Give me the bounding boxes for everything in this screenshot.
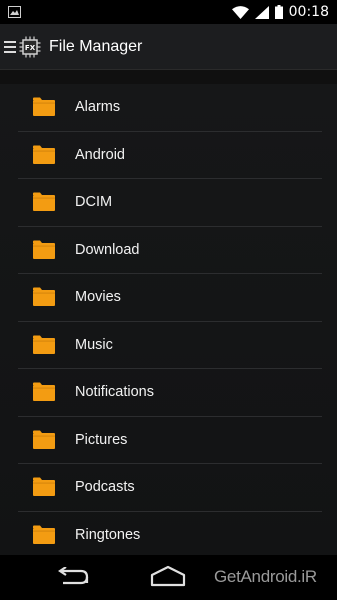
folder-icon: [33, 430, 55, 449]
folder-label: Alarms: [75, 99, 121, 116]
list-item[interactable]: Movies: [18, 274, 322, 322]
wifi-icon: [231, 5, 249, 19]
folder-icon: [33, 525, 55, 545]
folder-label: Notifications: [75, 384, 154, 401]
status-left: [8, 6, 21, 18]
page-title: File Manager: [49, 37, 143, 55]
folder-label: Movies: [75, 289, 121, 306]
folder-label: Pictures: [75, 431, 128, 448]
folder-list: Alarms Android DCIM Download Movies Music Noti…: [0, 84, 337, 559]
folder-label: Music: [75, 336, 113, 353]
folder-icon: [33, 335, 55, 354]
folder-icon: [33, 287, 55, 307]
back-icon[interactable]: [57, 567, 91, 585]
battery-full-icon: [274, 5, 283, 19]
folder-label: Podcasts: [75, 479, 135, 496]
folder-icon: [33, 240, 55, 259]
folder-icon: [33, 145, 55, 164]
action-bar: FX File Manager: [0, 24, 337, 70]
hamburger-icon[interactable]: [4, 40, 16, 53]
app-icon[interactable]: FX: [19, 36, 41, 58]
signal-icon: [254, 5, 269, 19]
app-icon-text: FX: [25, 44, 36, 52]
list-item[interactable]: Android: [18, 132, 322, 179]
list-item[interactable]: Ringtones: [18, 512, 322, 560]
folder-label: DCIM: [75, 194, 113, 211]
status-bar: 00:18: [0, 0, 337, 24]
status-right: 00:18: [231, 4, 329, 20]
folder-label: Android: [75, 146, 125, 163]
folder-icon: [33, 97, 55, 117]
list-item[interactable]: Download: [18, 227, 322, 274]
folder-label: Ringtones: [75, 527, 141, 544]
list-item[interactable]: Alarms: [18, 84, 322, 132]
folder-label: Download: [75, 241, 140, 258]
list-item[interactable]: Pictures: [18, 417, 322, 464]
chip-icon: FX: [19, 36, 41, 57]
folder-icon: [33, 192, 55, 212]
image-notification-icon: [8, 6, 21, 18]
list-item[interactable]: Music: [18, 322, 322, 369]
home-icon[interactable]: [150, 565, 186, 587]
list-item[interactable]: Podcasts: [18, 464, 322, 512]
list-item[interactable]: Notifications: [18, 369, 322, 417]
status-time: 00:18: [288, 4, 329, 20]
navigation-bar: GetAndroid.iR: [0, 555, 337, 600]
folder-icon: [33, 477, 55, 497]
watermark: GetAndroid.iR: [214, 567, 317, 586]
folder-icon: [33, 382, 55, 402]
list-item[interactable]: DCIM: [18, 179, 322, 227]
